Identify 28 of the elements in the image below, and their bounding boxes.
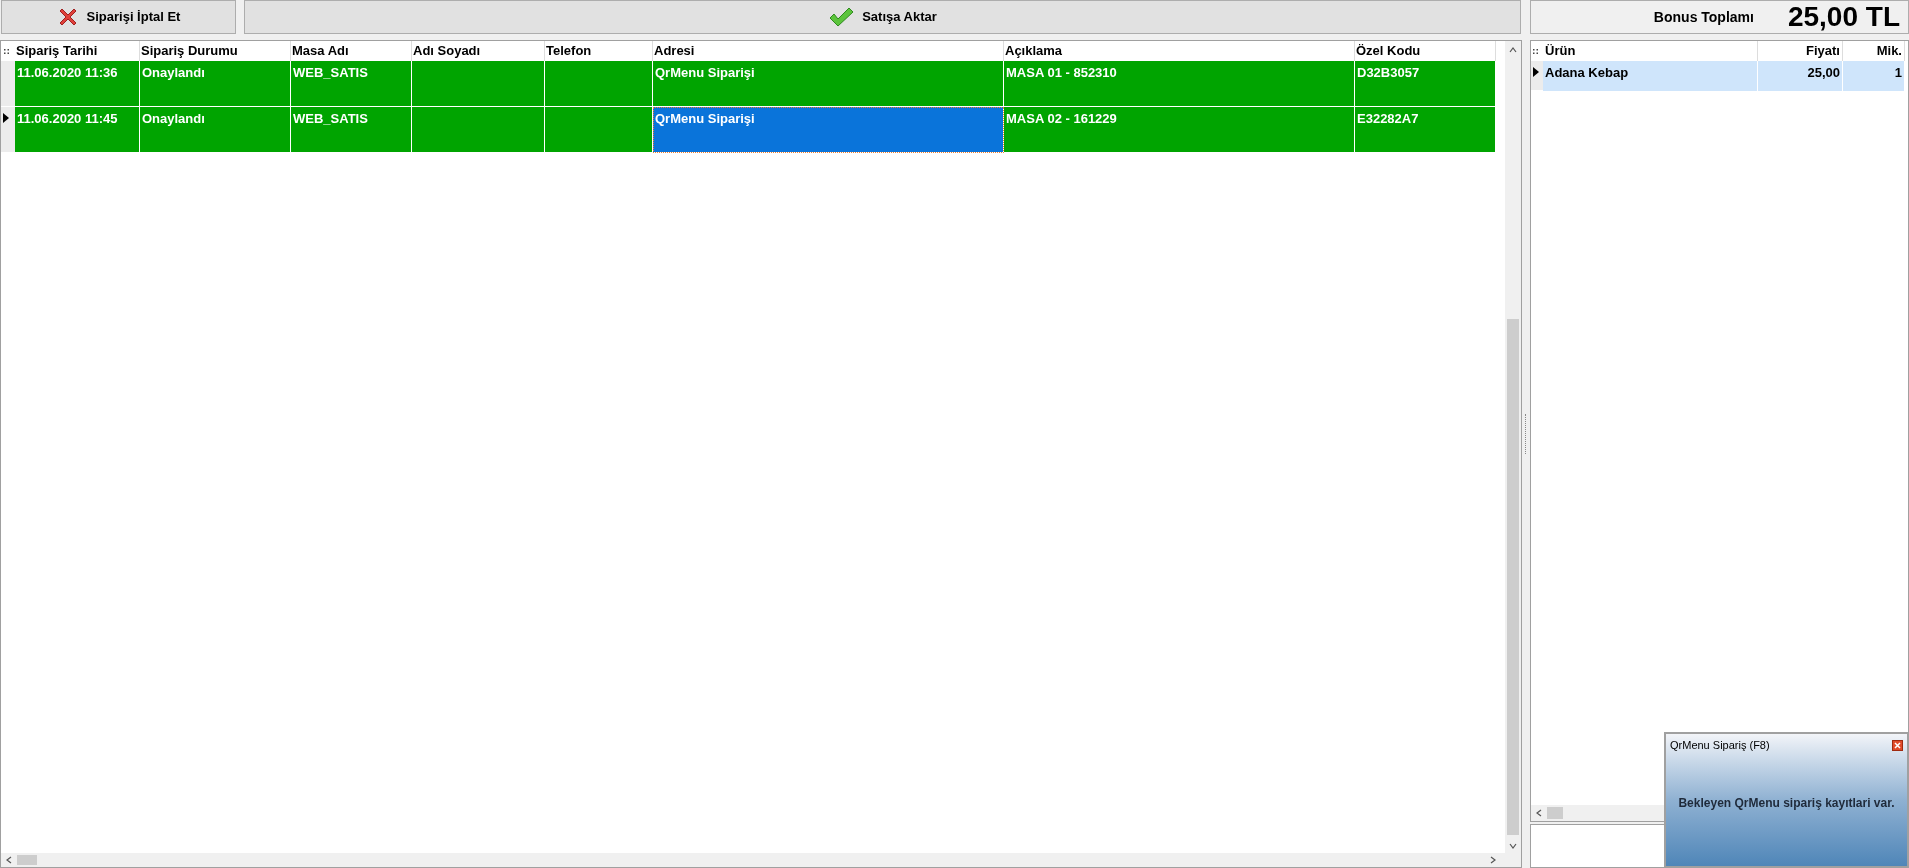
table-cell[interactable] [545,107,653,153]
row-header[interactable] [1531,61,1543,91]
row-pointer-icon [1533,67,1539,77]
row-header[interactable] [1,107,15,153]
checkmark-icon [828,6,855,28]
table-cell[interactable]: 1 [1843,61,1905,91]
bonus-total-label: Bonus Toplamı [1653,7,1754,27]
table-cell[interactable] [412,107,545,153]
notification-title: QrMenu Sipariş (F8) [1670,738,1770,753]
close-icon [1894,741,1901,749]
transfer-to-sale-button[interactable]: Satışa Aktar [244,0,1521,34]
table-cell[interactable] [412,61,545,107]
close-button[interactable] [1892,739,1903,751]
grid-corner-icon [4,48,9,54]
bonus-total-value: 25,00 TL [1787,3,1900,31]
table-cell[interactable]: 25,00 [1758,61,1843,91]
table-cell[interactable] [545,61,653,107]
row-pointer-icon [3,113,9,123]
scroll-up-icon[interactable] [1509,46,1517,54]
table-cell[interactable]: QrMenu Siparişi [653,107,1004,153]
scroll-down-icon[interactable] [1509,842,1517,850]
scroll-left-icon[interactable] [5,856,13,864]
notification-message: Bekleyen QrMenu sipariş kayıtlari var. [1678,794,1895,812]
grid-corner-icon [1533,48,1538,54]
scroll-right-icon[interactable] [1489,856,1497,864]
scroll-left-icon[interactable] [1535,809,1543,817]
table-cell[interactable]: Adana Kebap [1543,61,1758,91]
cancel-order-button[interactable]: Siparişi İptal Et [1,0,236,34]
